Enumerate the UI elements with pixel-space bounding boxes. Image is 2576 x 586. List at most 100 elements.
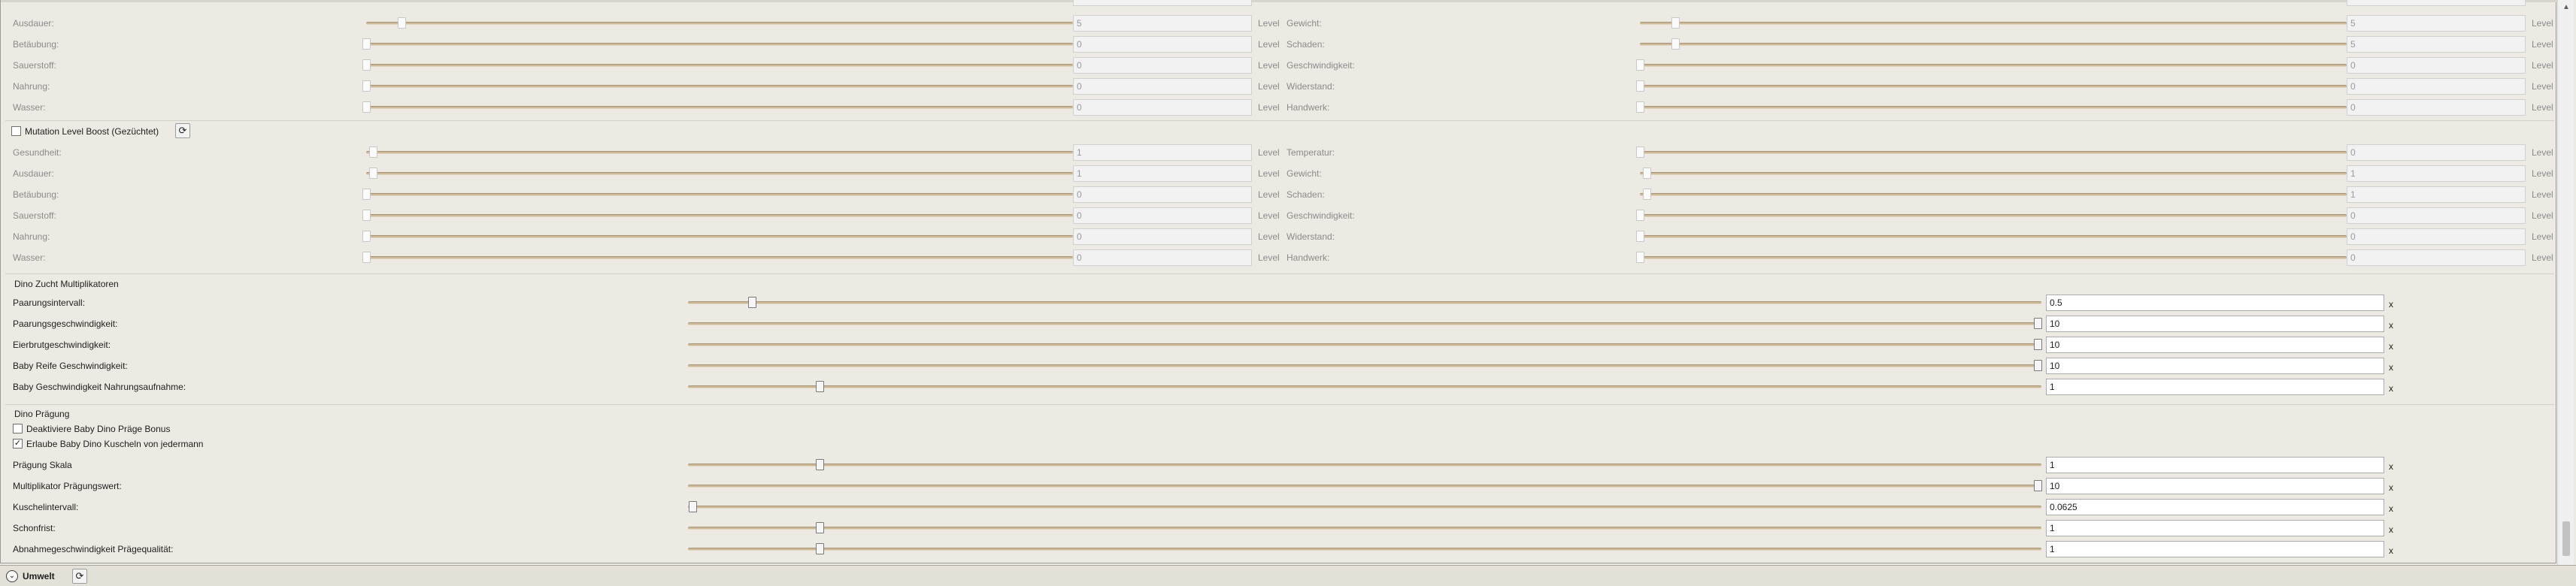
multiplier-slider-thumb[interactable] (2034, 339, 2042, 350)
level-slider-thumb[interactable] (362, 231, 371, 242)
level-value-field[interactable]: 0 (1073, 186, 1252, 203)
umwelt-section-header[interactable]: ⌄ Umwelt ⟳ (0, 565, 2576, 586)
level-value-field[interactable]: 0 (1073, 99, 1252, 116)
multiplier-value-field[interactable]: 10 (2046, 316, 2384, 332)
level-slider-track[interactable] (1640, 193, 2347, 196)
multiplier-value-field[interactable]: 1 (2046, 541, 2384, 557)
multiplier-slider-thumb[interactable] (2034, 318, 2042, 329)
level-slider-track[interactable] (1640, 235, 2347, 238)
multiplier-slider-track[interactable] (688, 364, 2041, 367)
level-slider-track[interactable] (366, 64, 1073, 67)
multiplier-value-field[interactable]: 10 (2046, 337, 2384, 353)
level-slider-track[interactable] (366, 85, 1073, 88)
level-value-field[interactable]: 5 (2347, 36, 2526, 53)
mutation-level-boost-checkbox[interactable] (11, 126, 21, 136)
level-slider-track[interactable] (366, 151, 1073, 154)
multiplier-slider-track[interactable] (688, 301, 2041, 304)
level-value-field[interactable]: 5 (1073, 15, 1252, 32)
level-slider-track[interactable] (366, 193, 1073, 196)
disable-imprint-bonus-checkbox[interactable] (13, 424, 23, 433)
multiplier-slider-track[interactable] (688, 485, 2041, 488)
level-slider-thumb[interactable] (1643, 189, 1652, 200)
multiplier-slider-track[interactable] (688, 506, 2041, 509)
multiplier-slider-thumb[interactable] (688, 501, 697, 512)
level-slider-thumb[interactable] (1636, 210, 1644, 221)
level-value-field[interactable]: 1 (1073, 144, 1252, 161)
cut-off-level-field[interactable] (2347, 0, 2526, 6)
level-slider-track[interactable] (366, 106, 1073, 109)
multiplier-slider-track[interactable] (688, 464, 2041, 467)
level-slider-thumb[interactable] (1636, 146, 1644, 158)
multiplier-slider-track[interactable] (688, 385, 2041, 388)
multiplier-slider-thumb[interactable] (816, 381, 824, 392)
level-slider-thumb[interactable] (369, 146, 378, 158)
chevron-down-icon[interactable]: ⌄ (6, 570, 18, 582)
multiplier-value-field[interactable]: 1 (2046, 379, 2384, 395)
level-slider-thumb[interactable] (398, 17, 406, 29)
level-slider-track[interactable] (366, 22, 1073, 25)
multiplier-slider-thumb[interactable] (816, 459, 824, 470)
level-slider-thumb[interactable] (1671, 17, 1680, 29)
level-slider-track[interactable] (366, 235, 1073, 238)
level-slider-track[interactable] (1640, 151, 2347, 154)
level-slider-thumb[interactable] (362, 80, 371, 92)
level-value-field[interactable]: 0 (2347, 57, 2526, 74)
level-slider-thumb[interactable] (362, 59, 371, 71)
scroll-up-arrow[interactable]: ▲ (2558, 0, 2574, 15)
level-value-field[interactable]: 1 (1073, 165, 1252, 182)
multiplier-slider-thumb[interactable] (816, 522, 824, 533)
level-slider-thumb[interactable] (1671, 38, 1680, 50)
level-value-field[interactable]: 1 (2347, 186, 2526, 203)
multiplier-value-field[interactable]: 10 (2046, 358, 2384, 374)
level-slider-thumb[interactable] (1636, 80, 1644, 92)
level-value-field[interactable]: 0 (2347, 228, 2526, 245)
level-value-field[interactable]: 0 (1073, 78, 1252, 95)
level-slider-track[interactable] (1640, 43, 2347, 46)
level-value-field[interactable]: 0 (1073, 228, 1252, 245)
multiplier-slider-track[interactable] (688, 322, 2041, 325)
level-slider-thumb[interactable] (1636, 101, 1644, 113)
level-value-field[interactable]: 0 (2347, 249, 2526, 266)
level-value-field[interactable]: 0 (1073, 249, 1252, 266)
allow-anyone-cuddle-checkbox[interactable]: ✓ (13, 439, 23, 449)
level-value-field[interactable]: 0 (2347, 78, 2526, 95)
multiplier-slider-track[interactable] (688, 527, 2041, 530)
level-slider-track[interactable] (1640, 64, 2347, 67)
level-value-field[interactable]: 0 (2347, 207, 2526, 224)
multiplier-value-field[interactable]: 1 (2046, 520, 2384, 536)
level-value-field[interactable]: 0 (1073, 36, 1252, 53)
vertical-scrollbar[interactable]: ▲ (2557, 0, 2574, 565)
multiplier-value-field[interactable]: 10 (2046, 478, 2384, 494)
level-slider-track[interactable] (1640, 85, 2347, 88)
multiplier-slider-thumb[interactable] (816, 543, 824, 554)
level-value-field[interactable]: 0 (1073, 57, 1252, 74)
multiplier-slider-track[interactable] (688, 548, 2041, 551)
multiplier-slider-thumb[interactable] (2034, 360, 2042, 371)
level-slider-track[interactable] (366, 256, 1073, 259)
level-slider-track[interactable] (1640, 214, 2347, 217)
multiplier-slider-thumb[interactable] (748, 297, 756, 308)
level-value-field[interactable]: 0 (2347, 144, 2526, 161)
level-value-field[interactable]: 0 (2347, 99, 2526, 116)
level-slider-thumb[interactable] (362, 101, 371, 113)
multiplier-value-field[interactable]: 0.0625 (2046, 499, 2384, 515)
level-slider-track[interactable] (1640, 256, 2347, 259)
level-slider-thumb[interactable] (1643, 168, 1652, 179)
level-slider-thumb[interactable] (1636, 231, 1644, 242)
level-slider-track[interactable] (1640, 172, 2347, 175)
level-value-field[interactable]: 1 (2347, 165, 2526, 182)
multiplier-value-field[interactable]: 1 (2046, 457, 2384, 473)
multiplier-slider-track[interactable] (688, 343, 2041, 346)
level-slider-track[interactable] (366, 172, 1073, 175)
level-slider-thumb[interactable] (362, 38, 371, 50)
mutation-refresh-button[interactable]: ⟳ (175, 123, 190, 138)
level-slider-track[interactable] (366, 43, 1073, 46)
level-slider-track[interactable] (1640, 106, 2347, 109)
multiplier-value-field[interactable]: 0.5 (2046, 295, 2384, 311)
level-slider-track[interactable] (1640, 22, 2347, 25)
level-slider-thumb[interactable] (362, 252, 371, 263)
level-slider-track[interactable] (366, 214, 1073, 217)
level-value-field[interactable]: 0 (1073, 207, 1252, 224)
level-slider-thumb[interactable] (369, 168, 378, 179)
level-slider-thumb[interactable] (362, 189, 371, 200)
